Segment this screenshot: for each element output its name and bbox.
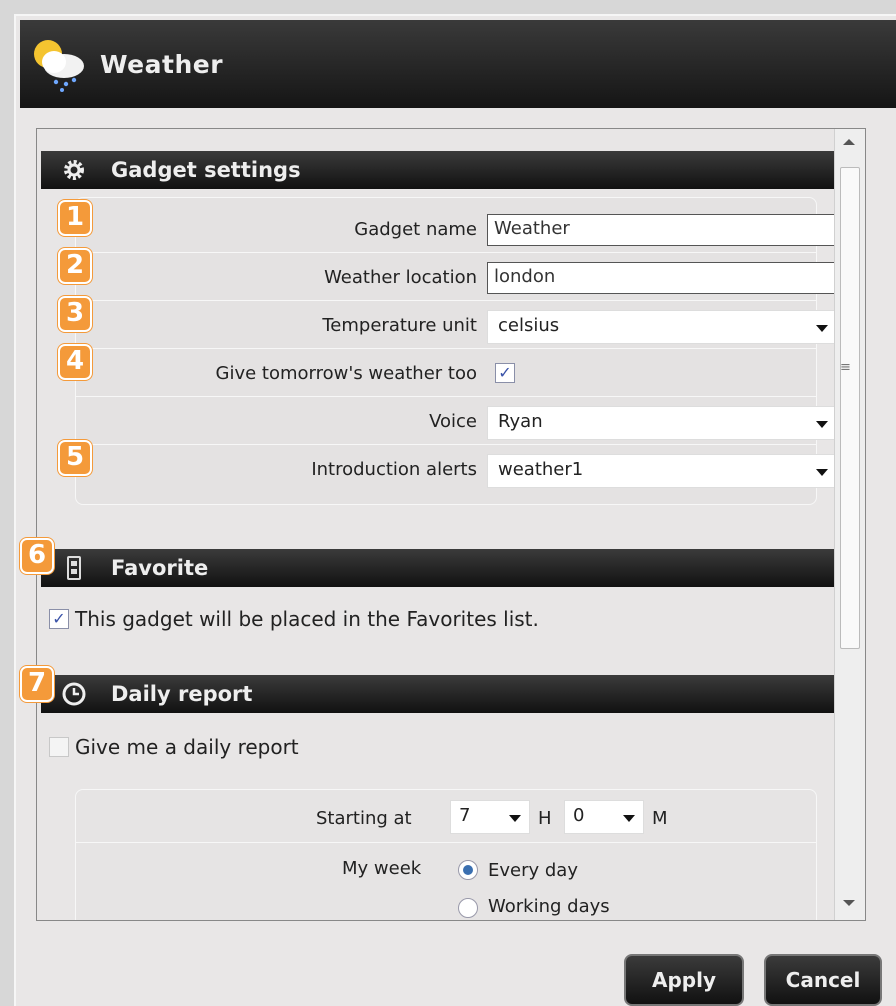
daily-report-header: Daily report: [41, 675, 849, 713]
intro-alerts-select[interactable]: weather1: [487, 454, 837, 488]
scroll-up-arrow-icon[interactable]: [843, 139, 855, 145]
chevron-down-icon: [623, 815, 635, 822]
gear-icon: [64, 160, 84, 180]
row-divider: [76, 842, 816, 843]
clock-icon: [62, 682, 86, 706]
my-week-label: My week: [342, 858, 422, 879]
temperature-unit-value: celsius: [498, 315, 560, 336]
apply-button[interactable]: Apply: [624, 954, 744, 1006]
minute-value: 0: [573, 805, 585, 826]
gadget-settings-header: Gadget settings: [41, 151, 849, 189]
weather-location-input[interactable]: london: [487, 262, 837, 294]
weather-cloud-sun-icon: [34, 40, 84, 92]
temperature-unit-label: Temperature unit: [322, 315, 477, 336]
weather-gadget-window: Weather Gadget settings Gadget name Weat…: [14, 14, 896, 1006]
favorite-title: Favorite: [111, 556, 209, 580]
chevron-down-icon: [509, 815, 521, 822]
tomorrow-label: Give tomorrow's weather too: [215, 363, 477, 384]
badge-5: 5: [58, 440, 92, 476]
gadget-settings-title: Gadget settings: [111, 158, 301, 182]
badge-3: 3: [58, 296, 92, 332]
settings-scroll-panel[interactable]: Gadget settings Gadget name Weather Weat…: [36, 128, 866, 921]
daily-report-checkbox[interactable]: ✓: [49, 737, 69, 757]
daily-report-text: Give me a daily report: [75, 735, 299, 759]
chevron-down-icon: [816, 469, 828, 476]
temperature-unit-select[interactable]: celsius: [487, 310, 837, 344]
chevron-down-icon: [816, 421, 828, 428]
favorite-text: This gadget will be placed in the Favori…: [75, 607, 539, 631]
chevron-down-icon: [816, 325, 828, 332]
gadget-name-input[interactable]: Weather: [487, 214, 837, 246]
gadget-name-row: Gadget name Weather: [75, 205, 837, 253]
favorite-checkbox[interactable]: ✓: [49, 609, 69, 629]
gadget-name-label: Gadget name: [354, 219, 477, 240]
weather-location-label: Weather location: [324, 267, 477, 288]
daily-report-options: Starting at 7 H 0 M My week Every day Wo…: [75, 789, 817, 920]
minute-unit: M: [652, 808, 668, 829]
tomorrow-row: Give tomorrow's weather too ✓: [75, 349, 817, 397]
hour-value: 7: [459, 805, 471, 826]
temperature-unit-row: Temperature unit celsius: [75, 301, 837, 349]
every-day-label: Every day: [488, 860, 578, 881]
vertical-scrollbar[interactable]: ≡: [834, 129, 865, 920]
hour-select[interactable]: 7: [450, 800, 530, 834]
daily-report-title: Daily report: [111, 682, 253, 706]
badge-1: 1: [58, 200, 92, 236]
intro-alerts-row: Introduction alerts weather1: [75, 445, 837, 493]
working-days-radio[interactable]: [458, 898, 478, 918]
minute-select[interactable]: 0: [564, 800, 644, 834]
title-bar: Weather: [20, 20, 896, 108]
hour-unit: H: [538, 808, 552, 829]
scroll-down-arrow-icon[interactable]: [843, 900, 855, 906]
cancel-button[interactable]: Cancel: [764, 954, 882, 1006]
badge-7: 7: [20, 666, 54, 702]
tomorrow-checkbox[interactable]: ✓: [495, 363, 515, 383]
scroll-grip-icon: ≡: [840, 360, 851, 375]
favorite-icon: [67, 556, 81, 580]
intro-alerts-value: weather1: [498, 459, 584, 480]
badge-6: 6: [20, 538, 54, 574]
weather-location-row: Weather location london: [75, 253, 837, 301]
intro-alerts-label: Introduction alerts: [311, 459, 477, 480]
voice-select[interactable]: Ryan: [487, 406, 837, 440]
starting-at-label: Starting at: [316, 808, 412, 829]
voice-value: Ryan: [498, 411, 543, 432]
voice-row: Voice Ryan: [75, 397, 837, 445]
scrollbar-thumb[interactable]: [840, 167, 860, 649]
badge-4: 4: [58, 344, 92, 380]
favorite-header: Favorite: [41, 549, 849, 587]
window-title: Weather: [100, 50, 224, 79]
badge-2: 2: [58, 248, 92, 284]
voice-label: Voice: [429, 411, 477, 432]
working-days-label: Working days: [488, 896, 610, 917]
every-day-radio[interactable]: [458, 860, 478, 880]
